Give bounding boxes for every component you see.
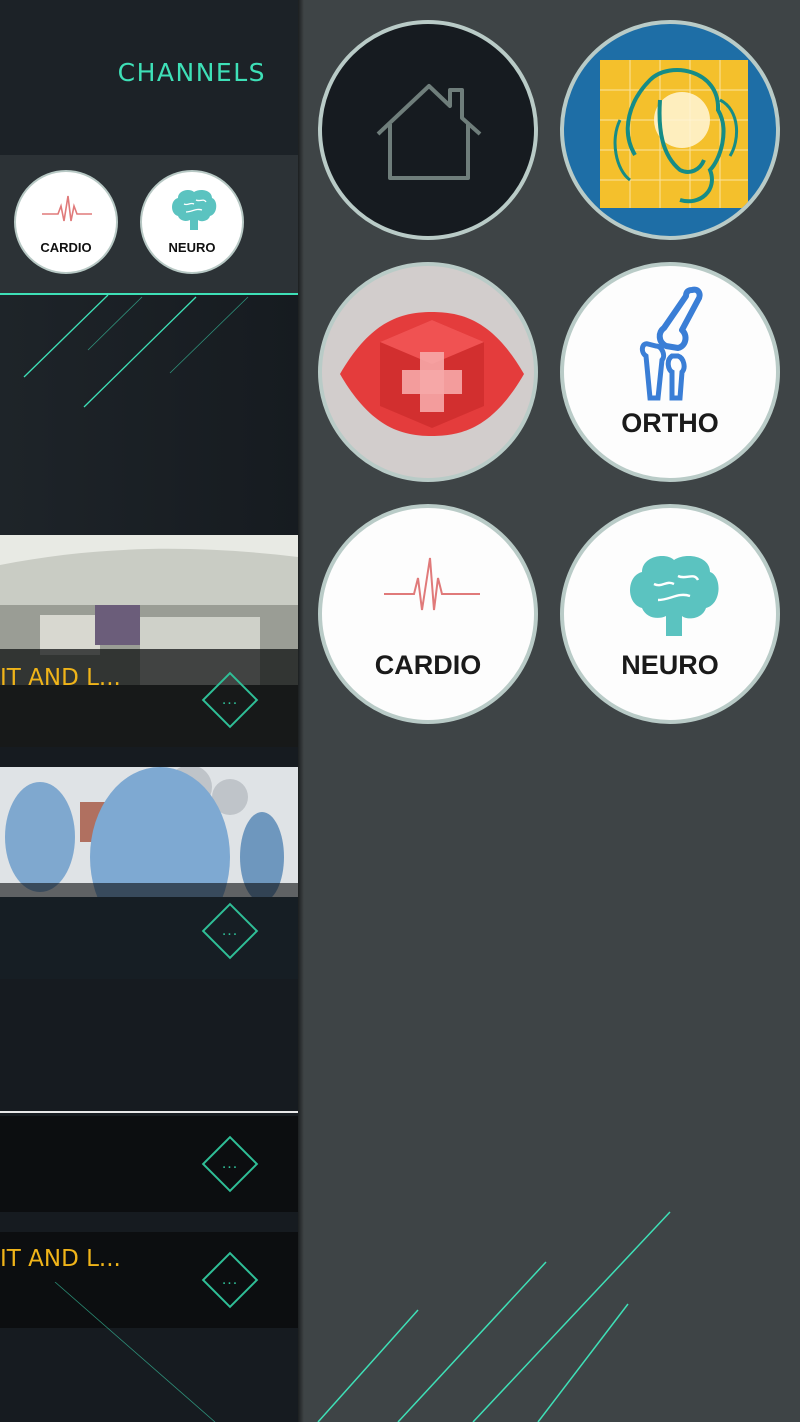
brain-icon — [172, 190, 217, 230]
medical-cross-gem-icon — [340, 312, 524, 436]
channel-art[interactable] — [560, 20, 780, 240]
venus-art-logo — [600, 60, 748, 208]
channel-label: CARDIO — [374, 650, 482, 680]
channel-cardio[interactable]: CARDIO — [318, 504, 538, 724]
list-item-title: IT AND L... — [0, 1246, 121, 1272]
decorative-line — [54, 1282, 216, 1422]
knee-bone-icon — [639, 286, 703, 401]
channel-home[interactable] — [318, 20, 538, 240]
decorative-lines — [317, 1211, 671, 1422]
mini-channel-label: CARDIO — [40, 240, 92, 255]
divider — [0, 1111, 298, 1113]
drawer-header: CHANNELS — [0, 0, 298, 155]
home-icon — [376, 84, 482, 180]
channel-label: ORTHO — [621, 408, 719, 438]
channel-ortho[interactable]: ORTHO — [560, 262, 780, 482]
channels-drawer: CHANNELS CARDIO NEURO IT AND L... ... ..… — [0, 0, 298, 1422]
video-title: IT AND L... — [0, 665, 121, 691]
mini-channel-label: NEURO — [168, 240, 216, 255]
heartbeat-icon — [42, 195, 92, 222]
video-card[interactable]: ... — [0, 767, 298, 979]
banner-lines — [23, 295, 249, 408]
ellipsis-icon: ... — [221, 1155, 239, 1172]
heartbeat-icon — [384, 557, 480, 611]
ellipsis-icon: ... — [221, 691, 239, 708]
drawer-title: CHANNELS — [117, 58, 266, 87]
brain-icon — [630, 556, 719, 636]
mini-channel-neuro[interactable]: NEURO — [140, 170, 244, 274]
channel-label: NEURO — [621, 650, 719, 680]
hero-banner — [0, 295, 298, 535]
ellipsis-icon: ... — [221, 922, 239, 939]
channel-emergency[interactable] — [318, 262, 538, 482]
mini-channel-cardio[interactable]: CARDIO — [14, 170, 118, 274]
list-item[interactable]: ... — [0, 1116, 298, 1212]
drawer-shadow — [298, 0, 304, 1422]
more-options-button[interactable]: ... — [201, 1135, 259, 1193]
channel-neuro[interactable]: NEURO — [560, 504, 780, 724]
video-card[interactable]: IT AND L... ... — [0, 535, 298, 747]
